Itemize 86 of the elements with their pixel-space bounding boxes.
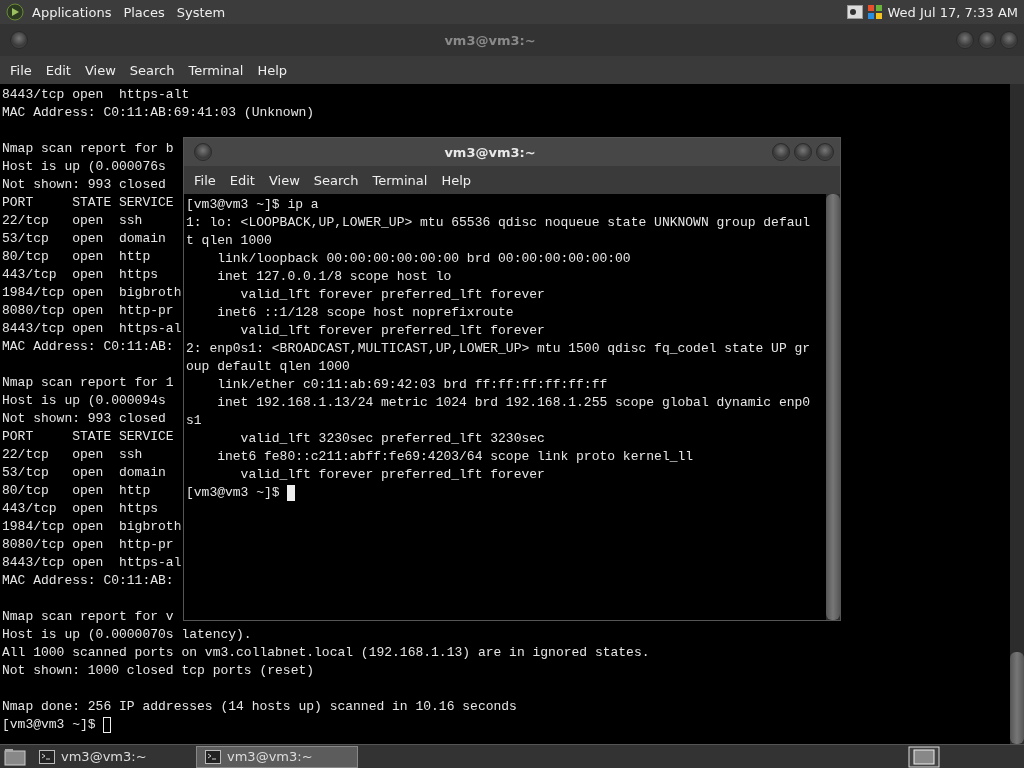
menu-item[interactable]: Terminal — [365, 168, 435, 192]
clock[interactable]: Wed Jul 17, 7:33 AM — [887, 4, 1018, 20]
terminal-line: link/ether c0:11:ab:69:42:03 brd ff:ff:ff:ff:ff:ff — [216, 376, 608, 394]
terminal-line: Nmap scan report for v — [2, 608, 174, 626]
terminal-line: 1984/tcp open bigbroth — [2, 518, 182, 536]
terminal-line: 22/tcp open ssh — [2, 212, 143, 230]
maximize-button[interactable] — [978, 31, 996, 49]
menu-item[interactable]: File — [3, 58, 39, 82]
menu-item[interactable]: Edit — [38, 58, 78, 82]
terminal-line: 8080/tcp open http-pr — [2, 302, 174, 320]
terminal-line: 443/tcp open https — [2, 266, 159, 284]
terminal-line: 80/tcp open http — [2, 248, 151, 266]
display-icon[interactable] — [847, 5, 864, 19]
terminal-line: [vm3@vm3 ~]$ ip a — [186, 196, 319, 214]
terminal-line: valid_lft forever preferred_lft forever — [239, 286, 545, 304]
shell-prompt: [vm3@vm3 ~]$ — [2, 716, 97, 734]
terminal-line: Nmap scan report for 1 — [2, 374, 174, 392]
minimize-button[interactable] — [772, 143, 790, 161]
terminal-line: inet6 fe80::c211:abff:fe69:4203/64 scope link proto kernel_ll — [216, 448, 694, 466]
terminal-line: Not shown: 993 closed — [2, 176, 166, 194]
terminal-line: 53/tcp open domain — [2, 464, 166, 482]
menu-item[interactable]: Help — [250, 58, 295, 82]
window-menu-button[interactable] — [10, 31, 28, 49]
window-menu-button[interactable] — [194, 143, 212, 161]
menu-item[interactable]: Search — [122, 58, 182, 82]
menu-item[interactable]: Search — [306, 168, 366, 192]
task-button[interactable]: vm3@vm3:~ — [196, 745, 358, 768]
panel-menu[interactable]: System — [172, 2, 230, 22]
terminal-line: valid_lft 3230sec preferred_lft 3230sec — [239, 430, 545, 448]
terminal-line: link/loopback 00:00:00:00:00:00 brd 00:00:00:00:00:00 — [216, 250, 631, 268]
menu-item[interactable]: Terminal — [181, 58, 251, 82]
terminal-line: MAC Address: C0:11:AB: — [2, 572, 174, 590]
terminal-line: 22/tcp open ssh — [2, 446, 143, 464]
panel-menu[interactable]: Applications — [28, 2, 116, 22]
menu-item[interactable]: Edit — [222, 168, 262, 192]
window-title: vm3@vm3:~ — [443, 144, 537, 160]
terminal-line: Nmap done: 256 IP addresses (14 hosts up) scanned in 10.16 seconds — [2, 698, 517, 716]
terminal-line: 1984/tcp open bigbroth — [2, 284, 182, 302]
panel-menu[interactable]: Places — [119, 2, 169, 22]
terminal-line: MAC Address: C0:11:AB:69:41:03 (Unknown) — [2, 104, 315, 122]
terminal-line: valid_lft forever preferred_lft forever — [239, 466, 545, 484]
menu-item[interactable]: View — [77, 58, 123, 82]
terminal-line: All 1000 scanned ports on vm3.collabnet.local (192.168.1.13) are in ignored states. — [2, 644, 650, 662]
terminal-line: inet 192.168.1.13/24 metric 1024 brd 192.168.1.255 scope global dynamic enp0 — [216, 394, 811, 412]
terminal-line: s1 — [186, 412, 202, 430]
menu-item[interactable]: View — [261, 168, 307, 192]
terminal-line: Nmap scan report for b — [2, 140, 174, 158]
terminal-line: MAC Address: C0:11:AB: — [2, 338, 174, 356]
terminal-line: 53/tcp open domain — [2, 230, 166, 248]
terminal-line: t qlen 1000 — [186, 232, 272, 250]
terminal-line: 443/tcp open https — [2, 500, 159, 518]
scrollbar[interactable] — [826, 194, 840, 620]
terminal-line: 2: enp0s1: <BROADCAST,MULTICAST,UP,LOWER_UP> mtu 1500 qdisc fq_codel state UP gr — [186, 340, 811, 358]
terminal-line: 8443/tcp open https-alt — [2, 86, 190, 104]
terminal-line: 8443/tcp open https-al — [2, 554, 182, 572]
menu-item[interactable]: Help — [434, 168, 479, 192]
menu-item[interactable]: File — [187, 168, 223, 192]
close-button[interactable] — [1000, 31, 1018, 49]
terminal-line: 8443/tcp open https-al — [2, 320, 182, 338]
terminal-line: Not shown: 1000 closed tcp ports (reset) — [2, 662, 315, 680]
window-title: vm3@vm3:~ — [443, 32, 537, 48]
desktop-icon[interactable] — [4, 747, 26, 766]
workspace-switcher-icon[interactable] — [908, 745, 940, 768]
terminal-line: 80/tcp open http — [2, 482, 151, 500]
four-squares-icon[interactable] — [867, 4, 884, 20]
terminal-line: Host is up (0.0000070s latency). — [2, 626, 252, 644]
shell-prompt: [vm3@vm3 ~]$ — [186, 484, 281, 502]
terminal-line: oup default qlen 1000 — [186, 358, 350, 376]
terminal-line: Not shown: 993 closed — [2, 410, 166, 428]
maximize-button[interactable] — [794, 143, 812, 161]
terminal-line: inet 127.0.0.1/8 scope host lo — [216, 268, 452, 286]
close-button[interactable] — [816, 143, 834, 161]
terminal-icon — [205, 749, 221, 764]
minimize-button[interactable] — [956, 31, 974, 49]
terminal-line: 1: lo: <LOOPBACK,UP,LOWER_UP> mtu 65536 qdisc noqueue state UNKNOWN group defaul — [186, 214, 811, 232]
terminal-line: PORT STATE SERVICE — [2, 194, 174, 212]
text-cursor — [287, 485, 296, 501]
terminal-line: PORT STATE SERVICE — [2, 428, 174, 446]
terminal-icon — [39, 749, 55, 764]
terminal-line: 8080/tcp open http-pr — [2, 536, 174, 554]
terminal-line: valid_lft forever preferred_lft forever — [239, 322, 545, 340]
scrollbar[interactable] — [1010, 84, 1024, 744]
terminal-line: inet6 ::1/128 scope host noprefixroute — [216, 304, 514, 322]
text-cursor — [103, 717, 112, 733]
terminal-line: Host is up (0.000076s — [2, 158, 166, 176]
terminal-line: Host is up (0.000094s — [2, 392, 166, 410]
